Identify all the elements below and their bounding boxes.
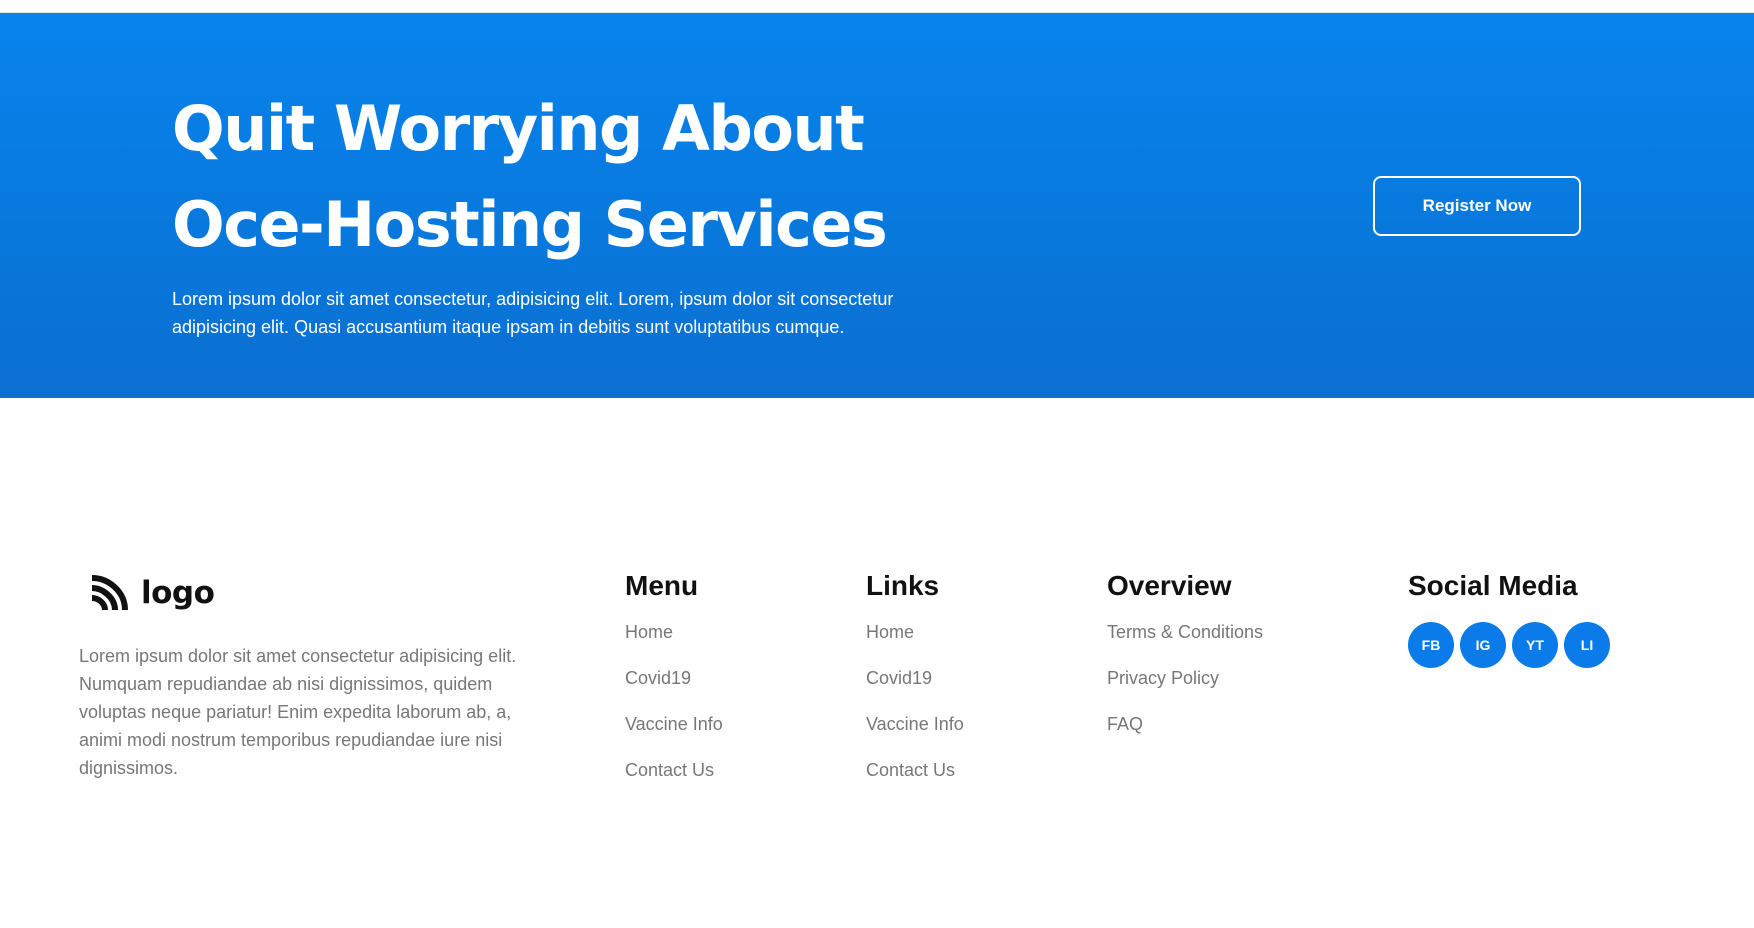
links-heading: Links (866, 570, 940, 601)
rss-like-logo-icon (89, 572, 131, 614)
footer-menu-column: Menu Home Covid19 Vaccine Info Contact U… (625, 566, 723, 804)
menu-heading: Menu (625, 570, 699, 601)
links-link-covid19[interactable]: Covid19 (866, 668, 932, 688)
overview-item-terms: Terms & Conditions (1107, 620, 1263, 666)
overview-heading: Overview (1107, 570, 1232, 601)
links-item-home: Home (866, 620, 964, 666)
links-item-vaccine-info: Vaccine Info (866, 712, 964, 758)
overview-link-faq[interactable]: FAQ (1107, 714, 1143, 734)
menu-item-contact-us: Contact Us (625, 758, 723, 804)
brand-description: Lorem ipsum dolor sit amet consectetur a… (79, 646, 517, 778)
footer-overview-column: Overview Terms & Conditions Privacy Poli… (1107, 566, 1263, 758)
menu-item-vaccine-info: Vaccine Info (625, 712, 723, 758)
overview-list: Terms & Conditions Privacy Policy FAQ (1107, 620, 1263, 758)
facebook-button[interactable]: FB (1408, 622, 1454, 668)
hero-description: Lorem ipsum dolor sit amet consectetur, … (172, 289, 894, 337)
hero-banner: Quit Worrying About Oce-Hosting Services… (0, 13, 1754, 398)
logo[interactable]: logo (89, 572, 549, 614)
menu-link-contact-us[interactable]: Contact Us (625, 760, 714, 780)
social-heading: Social Media (1408, 570, 1578, 601)
hero-title-line-1: Quit Worrying About (172, 92, 865, 165)
menu-item-covid19: Covid19 (625, 666, 723, 712)
menu-link-home[interactable]: Home (625, 622, 673, 642)
social-buttons: FB IG YT LI (1408, 622, 1610, 668)
top-divider (0, 0, 1754, 13)
hero-title: Quit Worrying About Oce-Hosting Services (172, 81, 972, 273)
overview-link-terms[interactable]: Terms & Conditions (1107, 622, 1263, 642)
overview-link-privacy[interactable]: Privacy Policy (1107, 668, 1219, 688)
menu-link-covid19[interactable]: Covid19 (625, 668, 691, 688)
overview-item-faq: FAQ (1107, 712, 1263, 758)
footer-links-column: Links Home Covid19 Vaccine Info Contact … (866, 566, 964, 804)
links-link-vaccine-info[interactable]: Vaccine Info (866, 714, 964, 734)
links-item-covid19: Covid19 (866, 666, 964, 712)
hero-title-line-2: Oce-Hosting Services (172, 188, 888, 261)
footer-brand: logo Lorem ipsum dolor sit amet consecte… (79, 572, 549, 782)
linkedin-button[interactable]: LI (1564, 622, 1610, 668)
register-now-button[interactable]: Register Now (1373, 176, 1581, 236)
links-list: Home Covid19 Vaccine Info Contact Us (866, 620, 964, 804)
links-item-contact-us: Contact Us (866, 758, 964, 804)
youtube-button[interactable]: YT (1512, 622, 1558, 668)
menu-item-home: Home (625, 620, 723, 666)
menu-link-vaccine-info[interactable]: Vaccine Info (625, 714, 723, 734)
logo-text: logo (141, 575, 215, 611)
links-link-contact-us[interactable]: Contact Us (866, 760, 955, 780)
overview-item-privacy: Privacy Policy (1107, 666, 1263, 712)
links-link-home[interactable]: Home (866, 622, 914, 642)
footer-social-column: Social Media FB IG YT LI (1408, 566, 1610, 668)
menu-list: Home Covid19 Vaccine Info Contact Us (625, 620, 723, 804)
instagram-button[interactable]: IG (1460, 622, 1506, 668)
